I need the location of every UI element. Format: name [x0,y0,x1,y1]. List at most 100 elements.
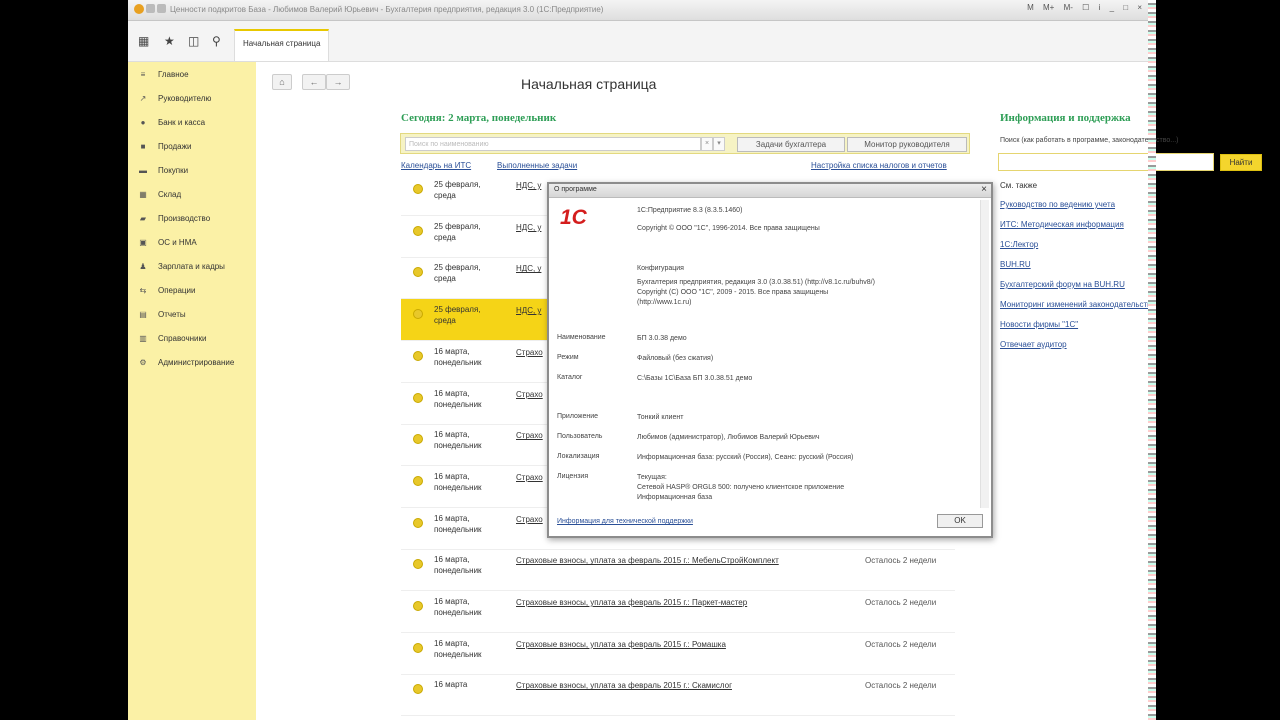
name-label: Наименование [557,334,606,341]
task-link[interactable]: Страхо [516,515,543,524]
locale-value: Информационная база: русский (Россия), С… [637,454,854,461]
star-icon[interactable]: ★ [164,35,175,47]
window-control[interactable]: ☐ [1082,3,1089,12]
task-link[interactable]: Страхо [516,348,543,357]
calendar-link[interactable]: Календарь на ИТС [401,161,471,170]
sidebar-item[interactable]: ■ Продажи [138,140,192,154]
sidebar-item[interactable]: ↗ Руководителю [138,92,212,106]
task-date: 25 февраля, среда [434,263,481,284]
maximize-button[interactable]: □ [1123,3,1128,12]
window-control[interactable]: M [1027,3,1034,12]
window-control[interactable]: M- [1064,3,1073,12]
task-link[interactable]: НДС, у [516,264,541,273]
info-link[interactable]: Бухгалтерский форум на BUH.RU [1000,280,1125,289]
app-value: Тонкий клиент [637,414,684,421]
close-icon[interactable]: × [981,184,987,196]
forward-button[interactable]: → [326,74,350,90]
task-date: 25 февраля, среда [434,221,481,242]
task-remaining: Осталось 2 недели [865,681,937,691]
today-heading: Сегодня: 2 марта, понедельник [401,112,557,124]
dropdown-icon[interactable]: ▾ [713,137,725,151]
history-icon[interactable]: ◫ [188,35,199,47]
dialog-scrollbar[interactable] [980,200,989,508]
close-button[interactable]: × [1137,3,1142,12]
clear-icon[interactable]: × [701,137,713,151]
ok-button[interactable]: OK [937,514,983,528]
search-icon[interactable]: ⚲ [212,35,221,47]
home-button[interactable]: ⌂ [272,74,292,90]
info-link[interactable]: Отвечает аудитор [1000,340,1067,349]
task-row[interactable]: 16 марта, понедельник Страховые взносы, у… [401,591,969,633]
find-button[interactable]: Найти [1220,154,1262,171]
task-date: 16 марта, понедельник [434,471,482,492]
minimize-button[interactable]: _ [1110,3,1114,12]
info-link[interactable]: Мониторинг изменений законодательства [1000,300,1156,309]
sidebar-item[interactable]: ▣ ОС и НМА [138,236,196,250]
sidebar-item[interactable]: ♟ Зарплата и кадры [138,260,225,274]
window-control[interactable]: M+ [1043,3,1054,12]
window-title: Ценности подкритов База - Любимов Валери… [170,5,604,14]
sidebar-item[interactable]: ▤ Отчеты [138,308,186,322]
task-link[interactable]: Страховые взносы, уплата за февраль 2015… [516,681,732,690]
task-link[interactable]: Страхо [516,390,543,399]
sidebar-item[interactable]: ⇆ Операции [138,284,196,298]
done-tasks-link[interactable]: Выполненные задачи [497,161,577,170]
quick-icon[interactable] [157,4,166,13]
window-controls: M M+ M- ☐ i _ □ × [1020,3,1142,12]
task-row[interactable]: 16 марта, понедельник Страховые взносы, у… [401,633,969,675]
search-input[interactable]: Поиск по наименованию [405,137,701,151]
tab-manager-monitor[interactable]: Монитор руководителя [847,137,967,152]
info-heading: Информация и поддержка [1000,112,1131,124]
sidebar-item-icon: ▦ [139,190,147,199]
status-dot-icon [413,684,423,695]
tab-accountant-tasks[interactable]: Задачи бухгалтера [737,137,845,152]
task-date: 16 марта, понедельник [434,513,482,534]
task-link[interactable]: Страхо [516,431,543,440]
sidebar-item[interactable]: ▦ Склад [138,188,181,202]
toolbar: ▦ ★ ◫ ⚲ Начальная страница [128,21,1148,62]
sidebar-item-label: Отчеты [158,310,186,319]
sidebar-item[interactable]: ▰ Производство [138,212,210,226]
quick-icon[interactable] [146,4,155,13]
task-row[interactable]: 16 марта Страховые взносы, уплата за февр… [401,674,969,717]
sidebar-item-icon: ▰ [139,214,147,223]
task-link[interactable]: Страхо [516,473,543,482]
sidebar-item-label: Производство [158,214,211,223]
sidebar-item[interactable]: ▥ Справочники [138,332,206,346]
info-link[interactable]: BUH.RU [1000,260,1031,269]
sidebar-item[interactable]: ⚙ Администрирование [138,356,234,370]
platform-copyright: Copyright © ООО "1С", 1996-2014. Все пра… [637,225,820,232]
sidebar-item[interactable]: ≡ Главное [138,68,189,82]
info-search-input[interactable] [998,153,1214,171]
task-row[interactable]: 16 марта, понедельник Страховые взносы, у… [401,549,969,592]
task-remaining: Осталось 2 недели [865,556,937,566]
info-link[interactable]: ИТС: Методическая информация [1000,220,1124,229]
task-date: 16 марта, понедельник [434,638,482,659]
info-link[interactable]: Руководство по ведению учета [1000,200,1115,209]
task-link[interactable]: НДС, у [516,306,541,315]
task-link[interactable]: Страховые взносы, уплата за февраль 2015… [516,556,779,565]
info-link[interactable]: Новости фирмы "1С" [1000,320,1078,329]
sidebar-item[interactable]: ▬ Покупки [138,164,188,178]
page-title: Начальная страница [521,76,657,92]
status-dot-icon [413,392,423,403]
sidebar-item-label: Операции [158,286,196,295]
settings-link[interactable]: Настройка списка налогов и отчетов [811,161,947,170]
config-value: Бухгалтерия предприятия, редакция 3.0 (3… [637,279,875,306]
grid-icon[interactable]: ▦ [138,35,149,47]
task-link[interactable]: Страховые взносы, уплата за февраль 2015… [516,640,726,649]
tab-home[interactable]: Начальная страница [234,29,330,61]
task-link[interactable]: НДС, у [516,181,541,190]
info-link[interactable]: 1С:Лектор [1000,240,1038,249]
1c-logo-icon: 1С [560,206,588,228]
sidebar-item-label: Администрирование [158,358,235,367]
info-icon[interactable]: i [1099,3,1101,12]
app-logo-icon[interactable] [134,4,144,14]
support-info-link[interactable]: Информация для технической поддержки [557,518,693,525]
sidebar-item-icon: ≡ [140,70,146,79]
config-label: Конфигурация [637,265,684,272]
task-link[interactable]: Страховые взносы, уплата за февраль 2015… [516,598,747,607]
back-button[interactable]: ← [302,74,326,90]
sidebar-item[interactable]: ● Банк и касса [138,116,206,130]
task-link[interactable]: НДС, у [516,223,541,232]
